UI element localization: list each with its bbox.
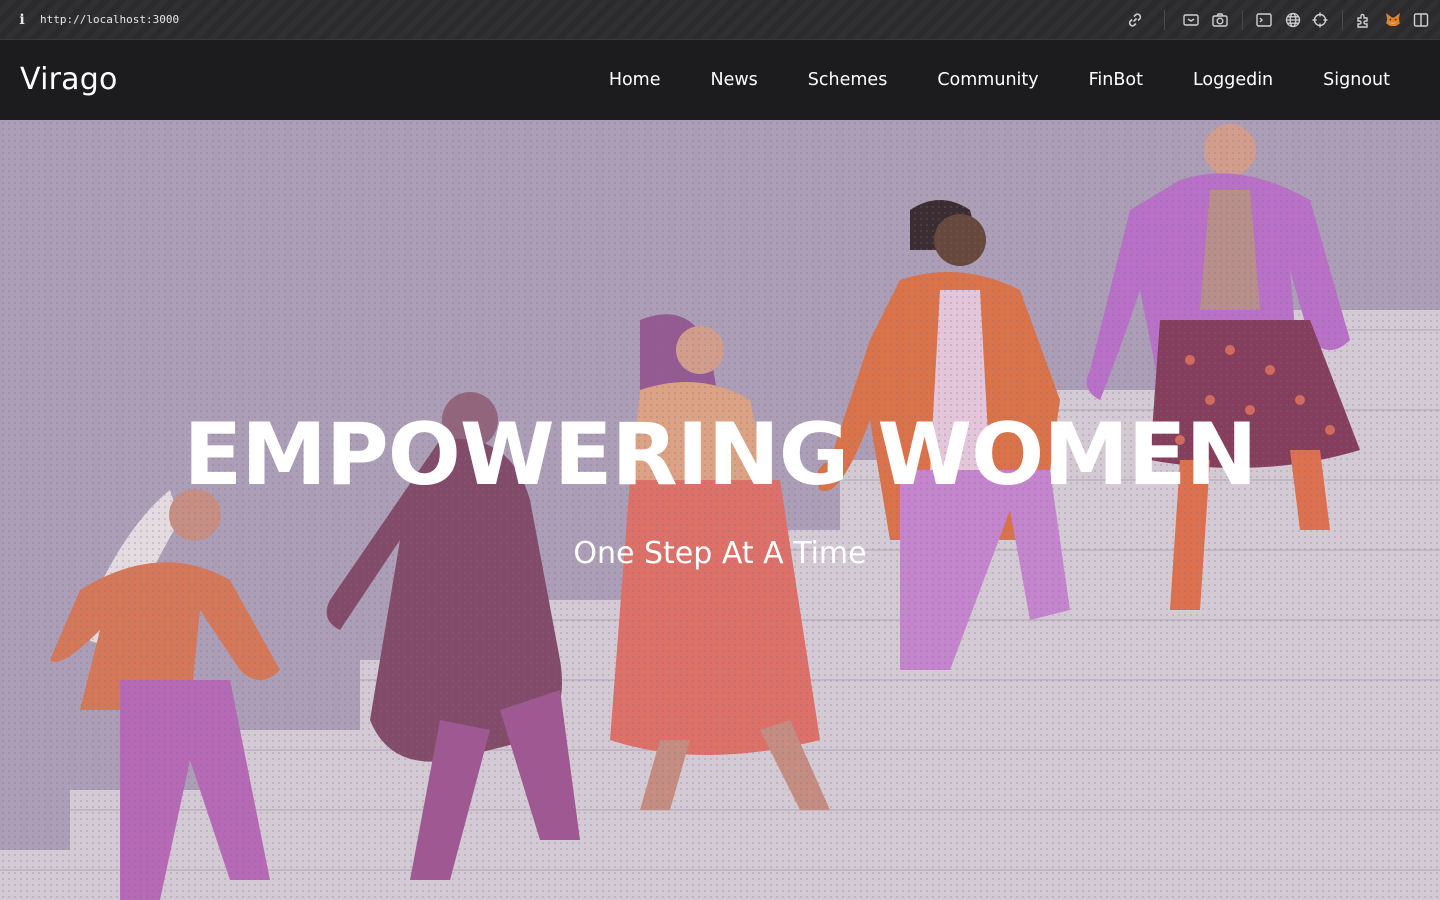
nav-news[interactable]: News [686, 64, 783, 96]
hero-subtitle: One Step At A Time [573, 536, 867, 571]
toolbar-divider [1164, 10, 1165, 30]
nav-home[interactable]: Home [584, 64, 686, 96]
nav-signout[interactable]: Signout [1298, 64, 1415, 96]
screencast-icon[interactable] [1182, 11, 1200, 29]
main-nav: Home News Schemes Community FinBot Logge… [584, 64, 1415, 96]
nav-finbot[interactable]: FinBot [1064, 64, 1168, 96]
nav-loggedin[interactable]: Loggedin [1168, 64, 1298, 96]
sidebar-toggle-icon[interactable] [1412, 11, 1430, 29]
info-icon[interactable]: i [16, 10, 28, 30]
toolbar-divider [1242, 10, 1243, 30]
crosshair-icon[interactable] [1311, 11, 1329, 29]
brand-logo[interactable]: Virago [20, 58, 118, 102]
hero-overlay [0, 120, 1440, 900]
hero-title: EMPOWERING WOMEN [183, 405, 1257, 505]
address-bar-url[interactable]: http://localhost:3000 [40, 12, 179, 28]
link-icon[interactable] [1126, 11, 1144, 29]
site-header: Virago Home News Schemes Community FinBo… [0, 40, 1440, 120]
nav-schemes[interactable]: Schemes [783, 64, 913, 96]
metamask-fox-icon[interactable] [1384, 11, 1402, 29]
extensions-icon[interactable] [1355, 11, 1373, 29]
camera-icon[interactable] [1211, 11, 1229, 29]
browser-toolbar: i http://localhost:3000 [0, 0, 1440, 40]
globe-icon[interactable] [1284, 11, 1302, 29]
hero-section: EMPOWERING WOMEN One Step At A Time [0, 120, 1440, 900]
nav-community[interactable]: Community [912, 64, 1063, 96]
toolbar-divider [1342, 10, 1343, 30]
terminal-icon[interactable] [1255, 11, 1273, 29]
